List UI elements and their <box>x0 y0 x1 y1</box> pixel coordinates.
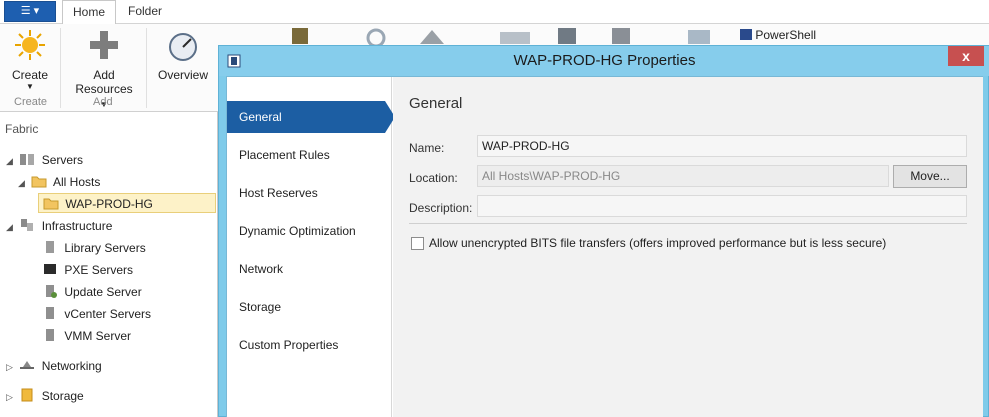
tree-item-update-server[interactable]: Update Server <box>42 282 142 302</box>
overview-label: Overview <box>157 68 208 82</box>
expanded-arrow-icon[interactable]: ◢ <box>18 173 28 193</box>
vmm-server-icon <box>46 329 54 341</box>
name-label: Name: <box>409 141 445 155</box>
create-button[interactable]: Create ▼ <box>8 28 52 91</box>
dialog-nav-general[interactable]: General <box>227 101 395 133</box>
move-button[interactable]: Move... <box>893 165 967 188</box>
create-label: Create <box>11 68 49 82</box>
create-sun-icon <box>15 30 45 60</box>
collapsed-arrow-icon[interactable]: ▷ <box>6 387 16 407</box>
tree-item-servers[interactable]: ◢ Servers <box>6 150 83 170</box>
networking-icon <box>20 361 35 369</box>
dialog-nav-custom-properties[interactable]: Custom Properties <box>227 329 392 361</box>
bits-checkbox-label[interactable]: Allow unencrypted BITS file transfers (o… <box>429 236 886 250</box>
tree-item-vmm-server[interactable]: VMM Server <box>42 326 131 346</box>
pxe-server-icon <box>44 264 56 274</box>
name-field[interactable]: WAP-PROD-HG <box>477 135 967 157</box>
dialog-nav-dynamic-optimization[interactable]: Dynamic Optimization <box>227 215 392 247</box>
dialog-nav-network[interactable]: Network <box>227 253 392 285</box>
tree-item-library-servers[interactable]: Library Servers <box>42 238 146 258</box>
tab-folder[interactable]: Folder <box>118 0 172 24</box>
chevron-down-icon: ▼ <box>26 82 34 91</box>
close-button[interactable]: x <box>948 46 984 66</box>
servers-icon <box>20 154 35 165</box>
update-server-icon <box>46 285 57 298</box>
create-group-label: Create <box>14 96 48 108</box>
section-title: General <box>409 95 463 112</box>
overview-gauge-icon <box>169 33 197 61</box>
powershell-icon <box>740 29 752 40</box>
tab-home[interactable]: Home <box>62 0 117 25</box>
description-field[interactable] <box>477 195 967 217</box>
expanded-arrow-icon[interactable]: ◢ <box>6 217 16 237</box>
vcenter-server-icon <box>46 307 54 319</box>
group-divider <box>60 28 61 108</box>
tree-item-vcenter-servers[interactable]: vCenter Servers <box>42 304 151 324</box>
location-field: All Hosts\WAP-PROD-HG <box>477 165 889 187</box>
fabric-header: Fabric <box>5 122 39 136</box>
tree-item-storage[interactable]: ▷ Storage <box>6 386 84 406</box>
overview-button[interactable]: Overview <box>155 28 211 82</box>
folder-icon <box>43 198 59 210</box>
description-label: Description: <box>409 201 473 215</box>
dialog-nav-host-reserves[interactable]: Host Reserves <box>227 177 392 209</box>
location-label: Location: <box>409 171 458 185</box>
library-server-icon <box>46 241 54 253</box>
dialog-navigation: General Placement Rules Host Reserves Dy… <box>227 77 395 417</box>
tree-item-all-hosts[interactable]: ◢ All Hosts <box>18 172 100 192</box>
collapsed-arrow-icon[interactable]: ▷ <box>6 357 16 377</box>
add-label: Add <box>93 68 115 82</box>
dialog-title: WAP-PROD-HG Properties <box>513 52 696 69</box>
ribbon-partially-hidden-icons <box>292 28 710 48</box>
infrastructure-icon <box>21 219 34 231</box>
expanded-arrow-icon[interactable]: ◢ <box>6 151 16 171</box>
tree-item-wap-prod-hg[interactable]: WAP-PROD-HG <box>38 193 216 213</box>
add-plus-icon <box>90 31 118 59</box>
dialog-nav-placement-rules[interactable]: Placement Rules <box>227 139 392 171</box>
tree-item-networking[interactable]: ▷ Networking <box>6 356 102 376</box>
folder-icon <box>31 176 47 188</box>
powershell-button[interactable]: PowerShell <box>740 28 816 42</box>
tree-item-pxe-servers[interactable]: PXE Servers <box>42 260 133 280</box>
section-divider <box>409 223 967 224</box>
app-menu-button[interactable]: ☰ ▾ <box>4 1 56 22</box>
fabric-navigation-pane: Fabric ◢ Servers ◢ All Hosts WAP-PROD-HG… <box>0 112 218 417</box>
general-page: General Name: WAP-PROD-HG Location: All … <box>393 77 983 417</box>
storage-icon <box>21 388 33 402</box>
dialog-nav-storage[interactable]: Storage <box>227 291 392 323</box>
bits-checkbox[interactable] <box>411 237 424 250</box>
group-divider <box>146 28 147 108</box>
tree-item-infrastructure[interactable]: ◢ Infrastructure <box>6 216 112 236</box>
close-icon: x <box>962 48 970 64</box>
add-group-label: Add <box>93 96 113 108</box>
properties-dialog: WAP-PROD-HG Properties x General Placeme… <box>218 45 989 417</box>
ribbon-more-icons <box>290 26 730 48</box>
dialog-body: General Placement Rules Host Reserves Dy… <box>226 76 983 417</box>
dialog-title-bar[interactable]: WAP-PROD-HG Properties x <box>219 46 989 76</box>
ribbon-tab-bar: ☰ ▾ Home Folder <box>0 0 989 25</box>
